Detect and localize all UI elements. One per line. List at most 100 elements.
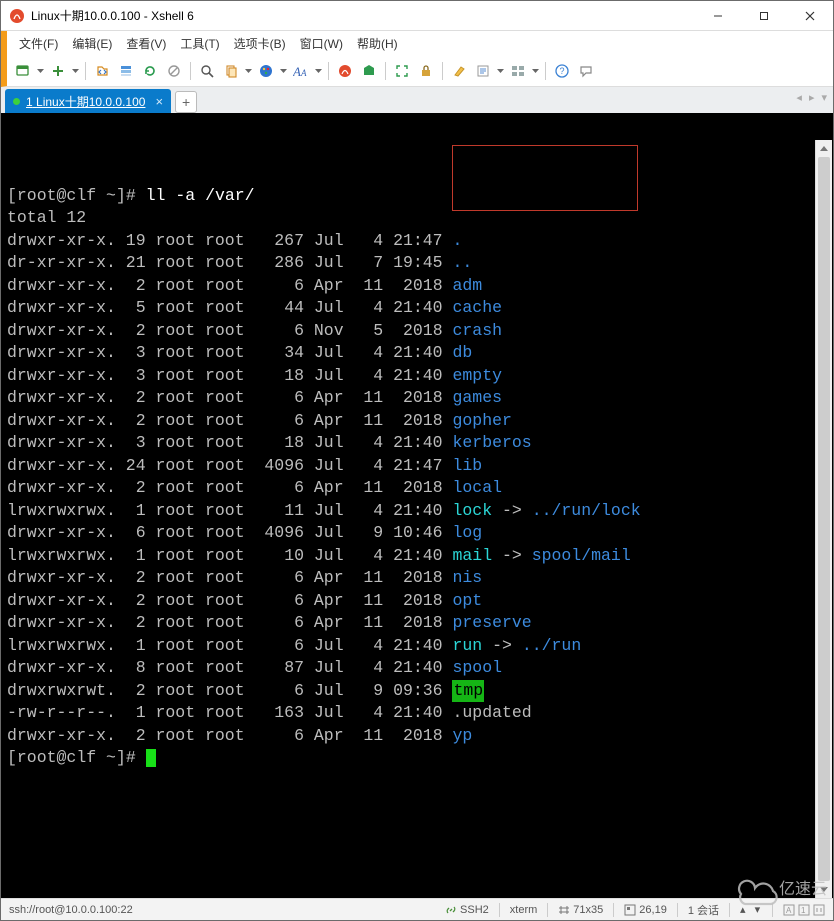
listing-row: drwxr-xr-x.3 rootroot34 Jul421:40 db [7, 342, 827, 365]
svg-text:A: A [293, 64, 301, 78]
script-icon[interactable] [473, 61, 493, 81]
new-session-icon[interactable] [13, 61, 33, 81]
listing-row: drwxr-xr-x.2 rootroot6 Apr112018 gopher [7, 410, 827, 433]
xagent-icon[interactable] [335, 61, 355, 81]
tab-prev-icon[interactable]: ◂ [796, 91, 802, 104]
close-tab-icon[interactable]: × [155, 94, 163, 109]
listing-row: drwxr-xr-x.2 rootroot6 Apr112018 yp [7, 725, 827, 748]
terminal[interactable]: [root@clf ~]# ll -a /var/total 12drwxr-x… [1, 113, 833, 898]
menu-help[interactable]: 帮助(H) [351, 33, 404, 54]
menu-bar: 文件(F) 编辑(E) 查看(V) 工具(T) 选项卡(B) 窗口(W) 帮助(… [1, 31, 833, 55]
link-icon [445, 904, 457, 916]
app-window: Linux十期10.0.0.100 - Xshell 6 文件(F) 编辑(E)… [0, 0, 834, 921]
cursor [146, 749, 156, 767]
fullscreen-icon[interactable] [392, 61, 412, 81]
menu-file[interactable]: 文件(F) [13, 33, 64, 54]
listing-row: lrwxrwxrwx.1 rootroot10 Jul421:40 mail -… [7, 545, 827, 568]
listing-row: drwxrwxrwt.2 rootroot6 Jul909:36 tmp [7, 680, 827, 703]
copy-icon[interactable] [221, 61, 241, 81]
listing-row: drwxr-xr-x.2 rootroot6 Apr112018 games [7, 387, 827, 410]
status-size: 71x35 [573, 904, 603, 916]
listing-row: drwxr-xr-x.2 rootroot6 Apr112018 nis [7, 567, 827, 590]
minimize-button[interactable] [695, 1, 741, 30]
dropdown-icon[interactable] [72, 61, 79, 81]
menu-edit[interactable]: 编辑(E) [66, 33, 118, 54]
num-icon: 1 [798, 904, 810, 916]
vertical-scrollbar[interactable] [815, 140, 832, 898]
tab-next-icon[interactable]: ▸ [809, 91, 815, 104]
listing-row: -rw-r--r--.1 rootroot163 Jul421:40 .upda… [7, 702, 827, 725]
listing-row: dr-xr-xr-x.21 rootroot286 Jul719:45 .. [7, 252, 827, 275]
reconnect-icon[interactable] [140, 61, 160, 81]
menu-window[interactable]: 窗口(W) [294, 33, 349, 54]
transfer-icon[interactable] [92, 61, 112, 81]
chat-icon[interactable] [576, 61, 596, 81]
svg-text:A: A [300, 68, 307, 78]
highlight-icon[interactable] [449, 61, 469, 81]
dropdown-icon[interactable] [280, 61, 287, 81]
cursor-icon [624, 904, 636, 916]
app-icon [9, 8, 25, 24]
dropdown-icon[interactable] [532, 61, 539, 81]
listing-row: drwxr-xr-x.2 rootroot6 Nov52018 crash [7, 320, 827, 343]
menu-view[interactable]: 查看(V) [120, 33, 172, 54]
size-icon [558, 904, 570, 916]
help-icon[interactable]: ? [552, 61, 572, 81]
disconnect-icon[interactable] [164, 61, 184, 81]
scroll-thumb[interactable] [818, 157, 830, 881]
listing-row: drwxr-xr-x.8 rootroot87 Jul421:40 spool [7, 657, 827, 680]
svg-text:A: A [786, 906, 792, 915]
listing-row: drwxr-xr-x.2 rootroot6 Apr112018 local [7, 477, 827, 500]
xftp-icon[interactable] [359, 61, 379, 81]
search-icon[interactable] [197, 61, 217, 81]
color-icon[interactable] [256, 61, 276, 81]
add-icon[interactable] [48, 61, 68, 81]
chevron-up-icon[interactable]: ▴ [740, 903, 746, 916]
dropdown-icon[interactable] [37, 61, 44, 81]
status-proto: SSH2 [460, 904, 489, 916]
status-dot-icon [13, 98, 20, 105]
new-tab-button[interactable]: + [175, 91, 197, 113]
scroll-lock-icon [813, 904, 825, 916]
status-cursor: 26,19 [639, 904, 667, 916]
layout-icon[interactable] [508, 61, 528, 81]
listing-row: drwxr-xr-x.24 rootroot4096 Jul421:47 lib [7, 455, 827, 478]
listing-row: drwxr-xr-x.3 rootroot18 Jul421:40 empty [7, 365, 827, 388]
tab-index: 1 [26, 95, 33, 109]
tab-bar: 1 Linux十期10.0.0.100 × + ◂ ▸ ▾ [1, 87, 833, 113]
lock-icon[interactable] [416, 61, 436, 81]
scroll-up-icon[interactable] [816, 140, 832, 157]
dropdown-icon[interactable] [497, 61, 504, 81]
chevron-down-icon[interactable]: ▾ [755, 903, 761, 916]
svg-text:?: ? [560, 66, 565, 76]
properties-icon[interactable] [116, 61, 136, 81]
close-button[interactable] [787, 1, 833, 30]
menu-tools[interactable]: 工具(T) [174, 33, 225, 54]
listing-row: drwxr-xr-x.5 rootroot44 Jul421:40 cache [7, 297, 827, 320]
listing-row: drwxr-xr-x.2 rootroot6 Apr112018 preserv… [7, 612, 827, 635]
listing-row: drwxr-xr-x.2 rootroot6 Apr112018 opt [7, 590, 827, 613]
status-sessions: 1 会话 [684, 902, 723, 918]
dropdown-icon[interactable] [315, 61, 322, 81]
status-bar: ssh://root@10.0.0.100:22 SSH2 xterm 71x3… [1, 898, 833, 920]
listing-row: drwxr-xr-x.6 rootroot4096 Jul910:46 log [7, 522, 827, 545]
listing-row: drwxr-xr-x.2 rootroot6 Apr112018 adm [7, 275, 827, 298]
toolbar: AA ? [1, 55, 833, 87]
menu-tabs[interactable]: 选项卡(B) [228, 33, 292, 54]
svg-text:1: 1 [801, 906, 806, 915]
window-title: Linux十期10.0.0.100 - Xshell 6 [31, 7, 194, 24]
session-tab[interactable]: 1 Linux十期10.0.0.100 × [5, 89, 171, 113]
tab-label: Linux十期10.0.0.100 [36, 95, 145, 109]
listing-row: lrwxrwxrwx.1 rootroot6 Jul421:40 run -> … [7, 635, 827, 658]
scroll-down-icon[interactable] [816, 881, 832, 898]
listing-row: drwxr-xr-x.19 rootroot267 Jul421:47 . [7, 230, 827, 253]
font-icon[interactable]: AA [291, 61, 311, 81]
title-bar: Linux十期10.0.0.100 - Xshell 6 [1, 1, 833, 31]
dropdown-icon[interactable] [245, 61, 252, 81]
status-term: xterm [506, 904, 542, 916]
tab-list-icon[interactable]: ▾ [821, 91, 827, 104]
maximize-button[interactable] [741, 1, 787, 30]
listing-row: lrwxrwxrwx.1 rootroot11 Jul421:40 lock -… [7, 500, 827, 523]
tab-nav: ◂ ▸ ▾ [796, 91, 827, 104]
cap-a-icon: A [783, 904, 795, 916]
